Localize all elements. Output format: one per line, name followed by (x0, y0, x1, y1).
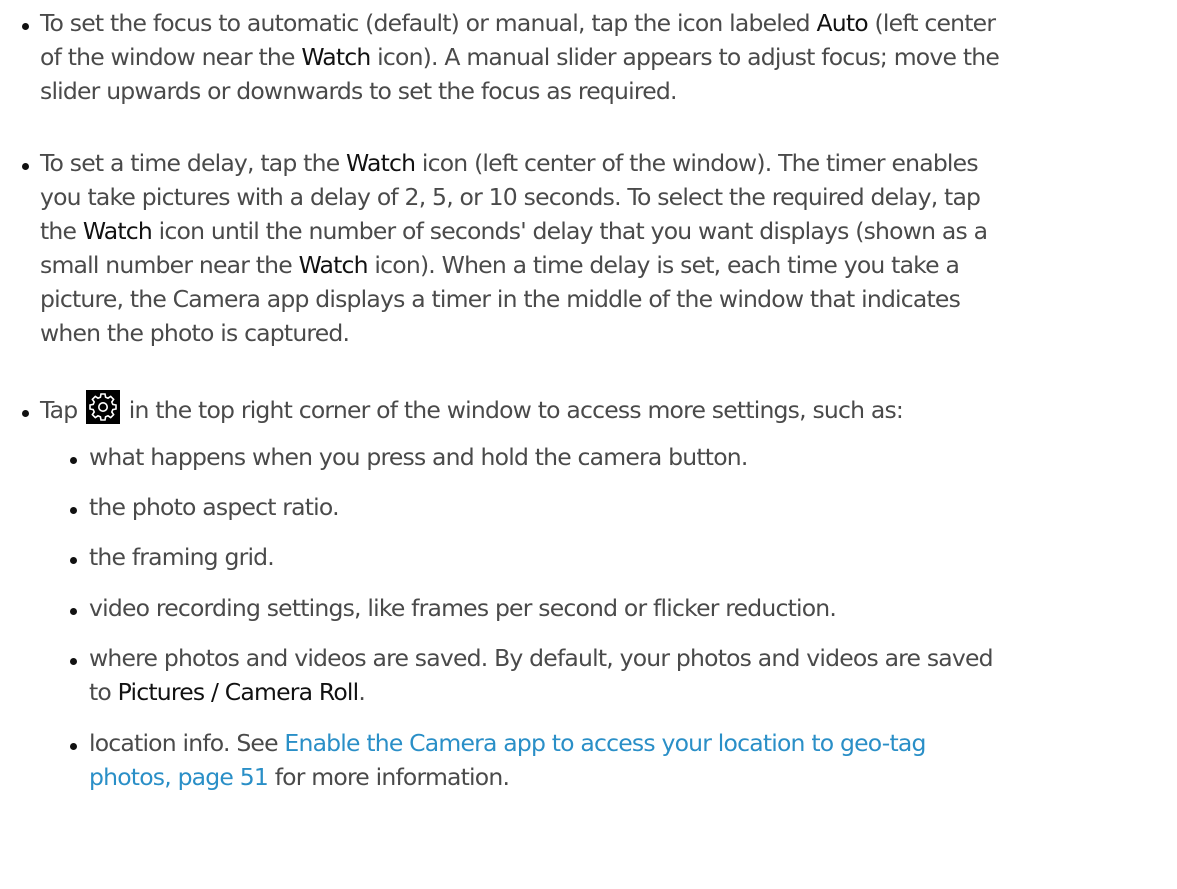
text-run: Tap (40, 396, 85, 424)
bullet-dot (70, 457, 77, 464)
bullet-dot (70, 658, 77, 665)
subitem-location-info: location info. See Enable the Camera app… (0, 726, 1177, 796)
bullet-dot (70, 557, 77, 564)
subitem-text: what happens when you press and hold the… (89, 443, 748, 471)
subitem-text: the framing grid. (89, 543, 275, 571)
text-run: icon (left center of the window). The ti… (415, 149, 979, 177)
text-run: icon). A manual slider appears to adjust… (370, 43, 1000, 71)
subitem-press-hold: what happens when you press and hold the… (0, 440, 1177, 474)
bullet-dot (70, 507, 77, 514)
text-run: of the window near the (40, 43, 302, 71)
subitem-text: the photo aspect ratio. (89, 493, 340, 521)
bullet-dot (22, 163, 29, 170)
geotag-link[interactable]: Enable the Camera app to access your loc… (284, 729, 926, 757)
watch-label: Watch (82, 217, 153, 245)
subitem-text: where photos and videos are saved. By de… (89, 641, 994, 709)
settings-gear-icon (86, 390, 121, 424)
bullet-dot (22, 410, 29, 417)
text-line: slider upwards or downwards to set the f… (40, 77, 677, 105)
subitem-text: video recording settings, like frames pe… (89, 594, 837, 622)
list-item-focus: To set the focus to automatic (default) … (0, 6, 1177, 116)
text-run: the (40, 217, 83, 245)
text-run: location info. See (89, 729, 285, 757)
list-item-time-delay: To set a time delay, tap the Watch icon … (0, 146, 1177, 356)
watch-label: Watch (301, 43, 371, 71)
text-run: in the top right corner of the window to… (122, 396, 904, 424)
watch-label: Watch (346, 149, 416, 177)
bullet-dot (70, 608, 77, 615)
text-line: picture, the Camera app displays a timer… (40, 285, 961, 313)
auto-label: Auto (816, 9, 868, 37)
subitem-framing-grid: the framing grid. (0, 540, 1177, 574)
subitem-video-settings: video recording settings, like frames pe… (0, 591, 1177, 625)
bullet-dot (70, 743, 77, 750)
text-line: you take pictures with a delay of 2, 5, … (40, 183, 981, 211)
text-run: . (358, 678, 366, 706)
list-item-settings: Tap in the top right corner of the windo… (0, 390, 1177, 430)
camera-roll-path: Pictures / Camera Roll (117, 678, 360, 706)
subitem-text: location info. See Enable the Camera app… (89, 726, 926, 794)
bullet-dot (22, 23, 29, 30)
subitem-save-location: where photos and videos are saved. By de… (0, 641, 1177, 711)
subitem-aspect-ratio: the photo aspect ratio. (0, 490, 1177, 524)
text-run: To set a time delay, tap the (40, 149, 347, 177)
text-run: for more information. (268, 763, 510, 791)
text-run: (left center (867, 9, 996, 37)
list-item-text: Tap in the top right corner of the windo… (40, 390, 904, 427)
document-page: To set the focus to automatic (default) … (0, 0, 1177, 889)
text-run: to (89, 678, 118, 706)
text-line: where photos and videos are saved. By de… (89, 644, 994, 672)
text-line: when the photo is captured. (40, 319, 350, 347)
text-run: icon until the number of seconds' delay … (152, 217, 988, 245)
watch-label: Watch (298, 251, 369, 279)
text-run: icon). When a time delay is set, each ti… (367, 251, 960, 279)
text-run: small number near the (40, 251, 299, 279)
list-item-text: To set a time delay, tap the Watch icon … (40, 146, 988, 350)
list-item-text: To set the focus to automatic (default) … (40, 6, 1000, 108)
geotag-link-page[interactable]: photos, page 51 (89, 763, 269, 791)
text-run: To set the focus to automatic (default) … (40, 9, 817, 37)
